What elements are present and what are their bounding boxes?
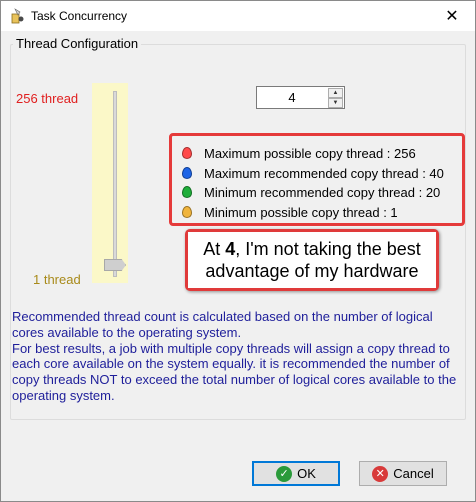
thread-description: Recommended thread count is calculated b… bbox=[12, 309, 462, 404]
blue-marker-icon bbox=[182, 167, 192, 179]
thread-count-spinner[interactable]: 4 ▲ ▼ bbox=[256, 86, 345, 109]
cancel-icon: ✕ bbox=[372, 465, 389, 482]
thread-slider-panel bbox=[92, 83, 128, 283]
cancel-button-label: Cancel bbox=[393, 466, 434, 481]
cancel-button[interactable]: ✕ Cancel bbox=[359, 461, 447, 486]
thread-count-value[interactable]: 4 bbox=[257, 90, 327, 105]
close-button[interactable]: ✕ bbox=[429, 1, 475, 31]
ok-button[interactable]: ✓ OK bbox=[252, 461, 340, 486]
thread-slider-track[interactable] bbox=[113, 91, 117, 277]
legend-item-label: Minimum possible copy thread : 1 bbox=[204, 204, 398, 220]
legend-item-label: Maximum recommended copy thread : 40 bbox=[204, 165, 444, 181]
annotation-text: At 4, I'm not taking the best advantage … bbox=[188, 232, 436, 288]
title-bar: Task Concurrency ✕ bbox=[1, 1, 475, 31]
description-paragraph-1: Recommended thread count is calculated b… bbox=[12, 309, 433, 340]
group-title: Thread Configuration bbox=[13, 36, 142, 51]
red-marker-icon bbox=[182, 147, 192, 159]
slider-max-label: 256 thread bbox=[16, 91, 79, 106]
legend-item: Maximum possible copy thread : 256 bbox=[182, 144, 416, 162]
arrow-up-icon: ▲ bbox=[332, 90, 339, 96]
annotation-bold-value: 4 bbox=[225, 239, 236, 259]
orange-marker-icon bbox=[182, 206, 192, 218]
green-marker-icon bbox=[182, 186, 192, 198]
legend-item-label: Minimum recommended copy thread : 20 bbox=[204, 184, 441, 200]
close-icon: ✕ bbox=[445, 8, 459, 25]
legend-item: Maximum recommended copy thread : 40 bbox=[182, 164, 444, 182]
spin-down-button[interactable]: ▼ bbox=[328, 98, 343, 108]
arrow-down-icon: ▼ bbox=[332, 100, 339, 106]
description-paragraph-2: For best results, a job with multiple co… bbox=[12, 340, 457, 403]
window-title: Task Concurrency bbox=[31, 9, 128, 23]
spin-up-button[interactable]: ▲ bbox=[328, 88, 343, 98]
check-icon: ✓ bbox=[276, 465, 293, 482]
thread-slider-thumb[interactable] bbox=[104, 259, 126, 271]
annotation-callout: At 4, I'm not taking the best advantage … bbox=[185, 229, 439, 291]
annotation-suffix: , I'm not taking the best advantage of m… bbox=[205, 239, 421, 281]
app-icon bbox=[11, 8, 24, 24]
task-concurrency-window: Task Concurrency ✕ Thread Configuration … bbox=[0, 0, 476, 502]
legend-item: Minimum recommended copy thread : 20 bbox=[182, 183, 440, 201]
annotation-prefix: At bbox=[203, 239, 226, 259]
thread-legend: Maximum possible copy thread : 256 Maxim… bbox=[169, 133, 465, 226]
legend-item: Minimum possible copy thread : 1 bbox=[182, 203, 398, 221]
legend-item-label: Maximum possible copy thread : 256 bbox=[204, 145, 416, 161]
ok-button-label: OK bbox=[297, 466, 316, 481]
slider-min-label: 1 thread bbox=[33, 272, 81, 287]
